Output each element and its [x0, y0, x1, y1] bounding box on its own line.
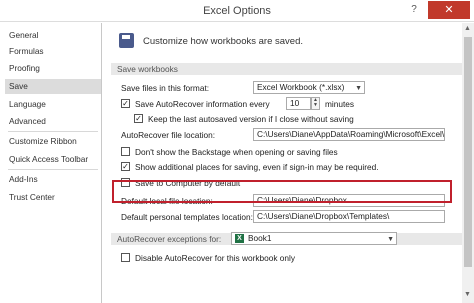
default-local-location-input[interactable]: C:\Users\Diane\Dropbox [253, 194, 445, 207]
panel-heading: Customize how workbooks are saved. [143, 36, 303, 47]
keep-last-version-checkbox[interactable]: ✓ [134, 114, 143, 123]
sidebar-divider [8, 131, 98, 132]
spinner-down-icon[interactable]: ▼ [312, 103, 319, 108]
save-workbooks-section-title: Save workbooks [117, 64, 178, 74]
personal-templates-input[interactable]: C:\Users\Diane\Dropbox\Templates\ [253, 210, 445, 223]
options-sidebar: General Formulas Proofing Save Language … [5, 23, 102, 303]
default-local-location-label: Default local file location: [121, 196, 213, 206]
help-button[interactable]: ? [403, 1, 425, 19]
vertical-scrollbar[interactable]: ▲ ▼ [462, 23, 474, 303]
minutes-label: minutes [325, 99, 355, 109]
autorecover-location-input[interactable]: C:\Users\Diane\AppData\Roaming\Microsoft… [253, 128, 445, 141]
save-format-dropdown[interactable]: Excel Workbook (*.xlsx) ▼ [253, 81, 365, 94]
exceptions-workbook-dropdown[interactable]: X Book1 ▼ [231, 232, 397, 245]
backstage-label: Don't show the Backstage when opening or… [135, 147, 338, 157]
scroll-up-icon[interactable]: ▲ [464, 25, 471, 32]
sidebar-item-proofing[interactable]: Proofing [5, 61, 101, 76]
autorecover-exceptions-title: AutoRecover exceptions for: [117, 234, 222, 244]
sidebar-item-trust-center[interactable]: Trust Center [5, 190, 101, 205]
backstage-checkbox[interactable] [121, 147, 130, 156]
excel-workbook-icon: X [235, 234, 244, 243]
save-options-panel: Customize how workbooks are saved. Save … [103, 23, 474, 303]
sidebar-item-add-ins[interactable]: Add-Ins [5, 172, 101, 187]
exceptions-workbook-value: Book1 [248, 233, 272, 243]
title-bar: Excel Options ? ✕ [0, 0, 474, 22]
chevron-down-icon: ▼ [387, 236, 394, 243]
save-format-value: Excel Workbook (*.xlsx) [257, 82, 345, 92]
sidebar-item-formulas[interactable]: Formulas [5, 44, 101, 59]
keep-last-version-label: Keep the last autosaved version if I clo… [148, 114, 354, 124]
additional-places-label: Show additional places for saving, even … [135, 162, 379, 172]
save-to-computer-checkbox[interactable] [121, 178, 130, 187]
minutes-spinner[interactable]: ▲ ▼ [311, 97, 320, 110]
disable-autorecover-checkbox[interactable] [121, 253, 130, 262]
sidebar-item-customize-ribbon[interactable]: Customize Ribbon [5, 134, 101, 149]
autorecover-minutes-input[interactable]: 10 [286, 97, 311, 110]
autorecover-checkbox[interactable]: ✓ [121, 99, 130, 108]
sidebar-item-quick-access-toolbar[interactable]: Quick Access Toolbar [5, 152, 101, 167]
autorecover-location-label: AutoRecover file location: [121, 130, 216, 140]
save-format-label: Save files in this format: [121, 83, 210, 93]
personal-templates-label: Default personal templates location: [121, 212, 253, 222]
additional-places-checkbox[interactable]: ✓ [121, 162, 130, 171]
autorecover-label: Save AutoRecover information every [135, 99, 270, 109]
sidebar-item-general[interactable]: General [5, 28, 101, 43]
save-to-computer-label: Save to Computer by default [135, 178, 241, 188]
scroll-down-icon[interactable]: ▼ [464, 291, 471, 298]
sidebar-item-language[interactable]: Language [5, 97, 101, 112]
sidebar-divider [8, 169, 98, 170]
sidebar-item-save[interactable]: Save [5, 79, 101, 94]
chevron-down-icon: ▼ [355, 85, 362, 92]
disable-autorecover-label: Disable AutoRecover for this workbook on… [135, 253, 296, 263]
scroll-thumb[interactable] [464, 37, 472, 267]
close-button[interactable]: ✕ [428, 1, 470, 19]
save-disk-icon [119, 33, 134, 48]
sidebar-item-advanced[interactable]: Advanced [5, 114, 101, 129]
